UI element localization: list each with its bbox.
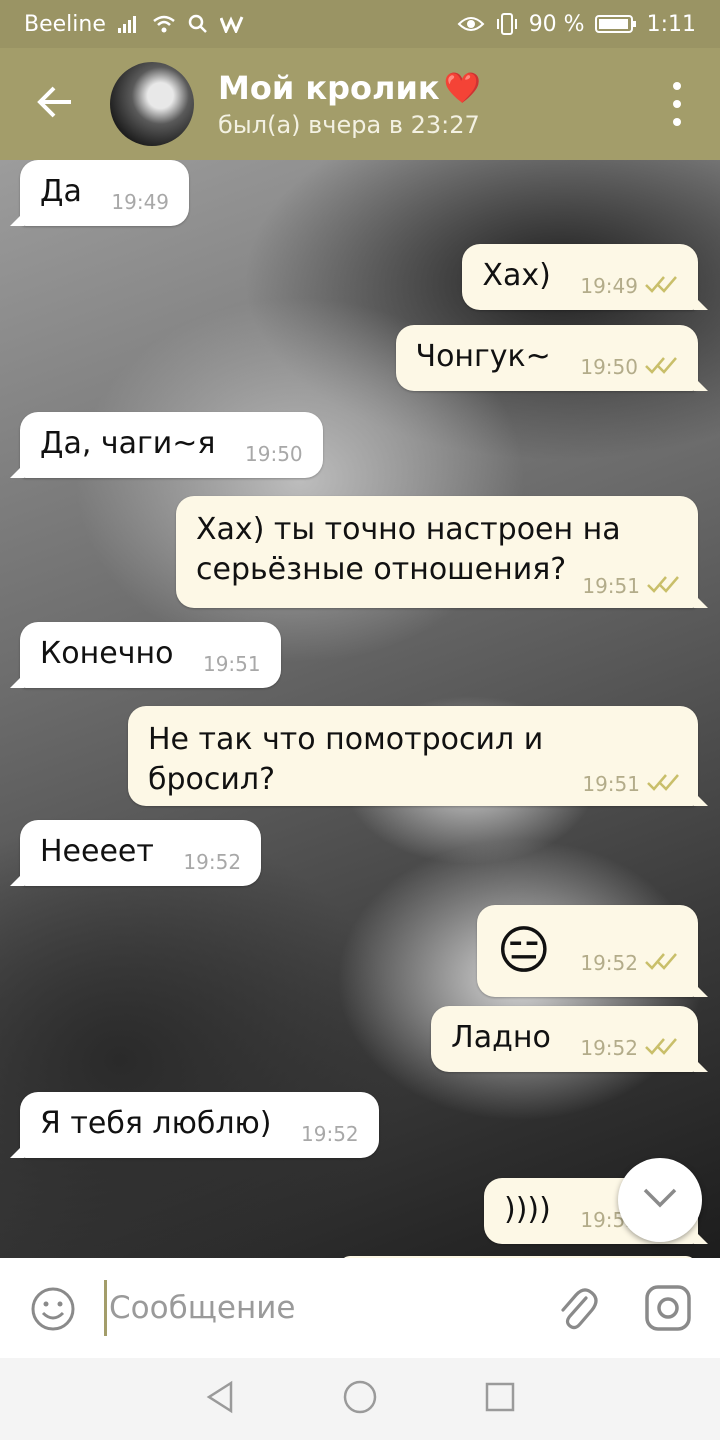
double-check-icon	[646, 574, 680, 598]
expressionless-emoji: 😑	[496, 921, 551, 981]
message-time: 19:51	[202, 652, 261, 676]
nav-home-button[interactable]	[330, 1369, 390, 1429]
back-button[interactable]	[0, 48, 110, 160]
smile-icon[interactable]	[30, 1286, 76, 1336]
circle-home-icon	[342, 1379, 378, 1419]
square-recents-icon	[484, 1381, 516, 1417]
scroll-to-bottom-button[interactable]	[618, 1158, 702, 1242]
message-time: 19:50	[245, 442, 303, 466]
more-vertical-icon	[673, 82, 681, 90]
last-seen-status: был(а) вчера в 23:27	[218, 111, 480, 139]
app-notification-icon	[219, 15, 244, 33]
double-check-icon	[644, 355, 678, 379]
status-bar: Beeline 90 % 1:11	[0, 0, 720, 48]
message-incoming[interactable]: Я тебя люблю) 19:52	[10, 1092, 379, 1158]
vibrate-icon	[495, 13, 519, 35]
message-input[interactable]	[104, 1280, 524, 1336]
chevron-down-icon	[642, 1187, 678, 1213]
message-text: Да	[40, 174, 82, 209]
message-time: 19:51	[582, 574, 640, 598]
message-time: 19:50	[580, 355, 638, 379]
message-time: 19:49	[111, 190, 170, 214]
signal-icon	[117, 15, 140, 33]
system-nav-bar	[0, 1358, 720, 1440]
message-text: Чонгук~	[415, 339, 551, 374]
message-time: 19:49	[580, 274, 638, 298]
heart-icon: ❤️	[443, 70, 481, 106]
message-incoming[interactable]: Да 19:49	[9, 160, 190, 226]
eye-icon	[457, 15, 485, 33]
message-text: Ладно	[451, 1020, 551, 1055]
message-incoming[interactable]: Неееет 19:52	[9, 820, 262, 886]
chat-title-text: Мой кролик	[218, 69, 440, 107]
battery-percent: 90 %	[528, 11, 585, 37]
message-time: 19:52	[580, 1036, 638, 1060]
message-outgoing[interactable]: 😑 19:52	[476, 905, 709, 997]
battery-icon	[594, 14, 637, 34]
message-text: Да, чаги~я	[40, 426, 216, 461]
message-text: Неееет	[40, 834, 154, 869]
message-composer	[0, 1258, 720, 1358]
message-incoming[interactable]: Конечно 19:51	[10, 622, 281, 688]
double-check-icon	[644, 951, 678, 975]
message-text: Я тебя люблю)	[40, 1106, 272, 1141]
chat-title-block[interactable]: Мой кролик ❤️ был(а) вчера в 23:27	[218, 69, 481, 139]
more-menu-button[interactable]	[662, 82, 692, 126]
message-time: 19:52	[580, 951, 638, 975]
arrow-left-icon	[37, 86, 73, 122]
message-time: 19:52	[301, 1122, 359, 1146]
message-outgoing[interactable]: Хах) 19:49	[462, 244, 708, 310]
nav-back-button[interactable]	[190, 1369, 250, 1429]
message-text: Хах) ты точно настроен на серьёзные отно…	[196, 512, 621, 587]
message-time: 19:51	[582, 772, 640, 796]
search-icon	[188, 14, 208, 34]
message-text: ))))	[503, 1192, 551, 1227]
message-outgoing[interactable]: Хах) ты точно настроен на серьёзные отно…	[176, 496, 708, 608]
message-text: Хах)	[482, 258, 551, 293]
double-check-icon	[644, 1036, 678, 1060]
message-time: 19:52	[183, 850, 242, 874]
message-outgoing[interactable]: Чонгук~ 19:50	[395, 325, 708, 391]
paperclip-icon[interactable]	[556, 1284, 598, 1336]
instagram-camera-icon[interactable]	[644, 1284, 692, 1336]
message-text: Конечно	[40, 636, 174, 671]
nav-recents-button[interactable]	[470, 1369, 530, 1429]
avatar[interactable]	[110, 62, 194, 146]
chat-history[interactable]: Да 19:49 Хах) 19:49 Чонгук~ 19:50 Да, ча…	[0, 160, 720, 1258]
chat-header: Мой кролик ❤️ был(а) вчера в 23:27	[0, 48, 720, 160]
carrier-label: Beeline	[24, 11, 106, 37]
message-outgoing[interactable]: Ладно 19:52	[431, 1006, 708, 1072]
wifi-icon	[152, 15, 176, 33]
chat-title: Мой кролик ❤️	[218, 69, 481, 107]
message-incoming[interactable]: Да, чаги~я 19:50	[10, 412, 323, 478]
message-outgoing[interactable]: Не так что помотросил и бросил? 19:51	[128, 706, 708, 806]
double-check-icon	[644, 274, 678, 298]
double-check-icon	[646, 772, 680, 796]
triangle-back-icon	[205, 1380, 235, 1418]
clock: 1:11	[646, 11, 696, 37]
